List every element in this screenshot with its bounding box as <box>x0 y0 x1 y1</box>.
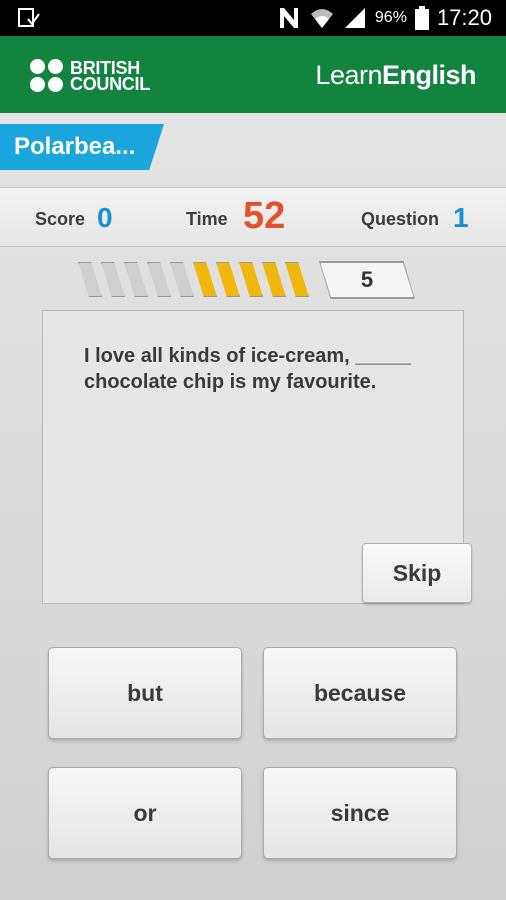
player-name-tab: Polarbea... <box>0 124 164 170</box>
battery-percent: 96% <box>374 9 407 26</box>
learnenglish-logo: LearnEnglish <box>315 60 476 91</box>
status-bar: 96% 17:20 <box>0 0 506 36</box>
app-name-part2: English <box>381 60 477 90</box>
time-value: 52 <box>243 195 286 237</box>
battery-icon <box>414 6 429 30</box>
british-council-logo: BRITISH COUNCIL <box>30 59 150 93</box>
score-bar: Score 0 Time 52 Question 1 <box>0 187 506 247</box>
question-value: 1 <box>453 202 469 233</box>
answer-button-1[interactable]: but <box>48 647 242 739</box>
time-label: Time <box>186 209 228 229</box>
questions-remaining: 5 <box>360 267 374 292</box>
progress-segment-current <box>216 262 240 297</box>
answer-button-4[interactable]: since <box>263 767 457 859</box>
download-done-icon <box>18 8 40 27</box>
wifi-icon <box>310 9 333 28</box>
clock: 17:20 <box>436 5 492 30</box>
answer-button-3[interactable]: or <box>48 767 242 859</box>
progress-segment-done <box>124 262 148 297</box>
brand-line2: COUNCIL <box>70 74 150 94</box>
british-council-dots-icon <box>30 59 64 93</box>
app-header: BRITISH COUNCIL LearnEnglish <box>0 36 506 113</box>
progress-segment-done <box>78 262 102 297</box>
answer-button-2[interactable]: because <box>263 647 457 739</box>
progress-segment-done <box>147 262 171 297</box>
question-label: Question <box>361 209 440 229</box>
nfc-icon <box>279 8 298 28</box>
progress-segment-current <box>262 262 286 297</box>
score-value: 0 <box>97 202 113 233</box>
progress-segment-current <box>239 262 263 297</box>
progress-segment-done <box>101 262 125 297</box>
signal-icon <box>344 8 365 28</box>
progress-segment-current <box>285 262 309 297</box>
progress-segment-current <box>193 262 217 297</box>
score-label: Score <box>35 209 86 229</box>
skip-button[interactable]: Skip <box>362 543 472 603</box>
question-text: I love all kinds of ice-cream, _____ cho… <box>84 345 411 393</box>
progress-segment-done <box>170 262 194 297</box>
app-name-part1: Learn <box>315 60 382 90</box>
